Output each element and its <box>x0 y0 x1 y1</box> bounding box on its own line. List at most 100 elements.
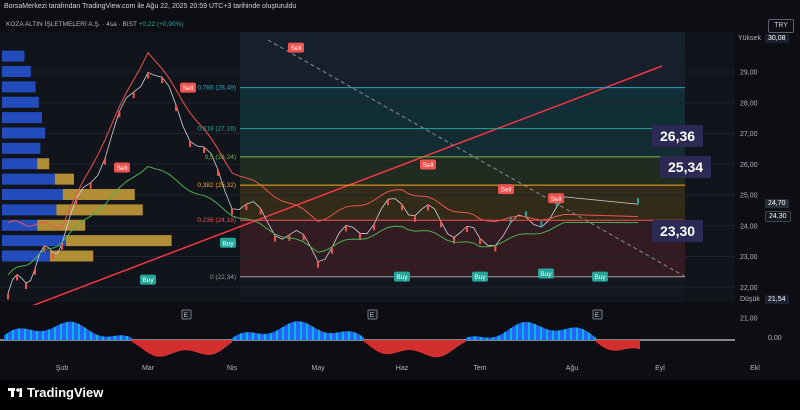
time-tick: Şub <box>56 365 69 372</box>
annotation-26-36[interactable]: 26,36 <box>652 125 704 147</box>
oscillator-bar <box>472 336 474 340</box>
oscillator-bar <box>210 340 212 355</box>
oscillator-bar <box>166 340 168 356</box>
annotation-23-30[interactable]: 23,30 <box>652 220 704 242</box>
oscillator-bar <box>50 328 52 340</box>
oscillator-bar <box>620 340 622 351</box>
candle <box>175 104 177 111</box>
last-price-tag: 24,70 <box>765 199 789 208</box>
oscillator-bar <box>314 327 316 340</box>
oscillator-bar <box>300 321 302 340</box>
low-label: Düşük <box>740 296 760 303</box>
tradingview-chart-screenshot: { "header": { "caption": "BorsaMerkezi t… <box>0 0 800 410</box>
oscillator-bar <box>280 328 282 340</box>
high-label: Yüksek <box>738 35 761 42</box>
oscillator-bar <box>502 333 504 340</box>
fib-label: 0,786 (28,49) <box>197 85 236 92</box>
oscillator-bar <box>392 340 394 354</box>
buy-signal-label: Buy <box>594 274 606 281</box>
price-tick: 29,00 <box>740 70 758 77</box>
oscillator-bar <box>536 324 538 340</box>
candle <box>331 247 333 254</box>
oscillator-bar <box>464 340 466 343</box>
fib-zone <box>240 220 685 277</box>
buy-signal-label: Buy <box>474 274 486 281</box>
oscillator-bar <box>360 335 362 340</box>
oscillator-bar <box>134 340 136 344</box>
oscillator-bar <box>274 331 276 340</box>
oscillator-bar <box>132 340 134 343</box>
oscillator-bar <box>476 336 478 340</box>
price-tick: 22,00 <box>740 285 758 292</box>
oscillator-bar <box>414 340 416 351</box>
oscillator-bar <box>80 325 82 340</box>
oscillator-bar <box>26 328 28 340</box>
oscillator-bar <box>276 330 278 340</box>
oscillator-bar <box>632 340 634 349</box>
oscillator-bar <box>58 324 60 340</box>
fib-zone <box>240 185 685 221</box>
oscillator-bar <box>318 329 320 340</box>
time-axis: Şub Mar Nis May Haz Tem Ağu Eyl Ekl <box>56 365 761 372</box>
low-value: 21,54 <box>765 295 789 304</box>
volume-bar-blue <box>2 189 63 200</box>
oscillator-bar <box>532 323 534 340</box>
oscillator-bar <box>70 321 72 340</box>
footer-bar <box>0 380 800 410</box>
oscillator-bar <box>40 331 42 340</box>
oscillator-bar <box>328 333 330 340</box>
oscillator-bar <box>242 332 244 340</box>
oscillator-bar <box>608 340 610 350</box>
oscillator-bar <box>628 340 630 349</box>
oscillator-bar <box>112 336 114 340</box>
oscillator-bar <box>564 329 566 340</box>
oscillator-bar <box>552 330 554 340</box>
oscillator-bar <box>110 336 112 340</box>
oscillator-bar <box>542 327 544 340</box>
oscillator-bar <box>530 322 532 340</box>
fib-zone <box>240 87 685 129</box>
oscillator-bar <box>556 330 558 340</box>
candle <box>427 204 429 211</box>
oscillator-bar <box>478 336 480 340</box>
oscillator-bar <box>460 340 462 345</box>
annotation-25-34[interactable]: 25,34 <box>660 156 712 178</box>
oscillator-bar <box>488 337 490 340</box>
oscillator-bar <box>250 332 252 340</box>
oscillator-bar <box>566 328 568 340</box>
price-chart[interactable]: 0,786 (28,49) 0,618 (27,16) 0,5 (26,24) 0,3… <box>0 0 800 380</box>
oscillator-bar <box>170 340 172 355</box>
oscillator-bar <box>386 340 388 355</box>
oscillator-bar <box>500 334 502 340</box>
oscillator-bar <box>624 340 626 350</box>
oscillator-bar <box>130 337 132 340</box>
oscillator-bar <box>400 340 402 352</box>
oscillator-bar <box>122 335 124 340</box>
oscillator-bar <box>404 340 406 351</box>
oscillator-bar <box>362 336 364 340</box>
event-marker-label: E <box>370 312 375 319</box>
oscillator-bar <box>612 340 614 351</box>
oscillator-bar <box>338 332 340 340</box>
oscillator-bar <box>448 340 450 353</box>
oscillator-bar <box>32 330 34 340</box>
volume-bar-blue <box>2 81 36 93</box>
oscillator-bar <box>188 340 190 351</box>
candle <box>75 198 78 205</box>
oscillator-bar <box>550 330 552 340</box>
oscillator-bar <box>514 325 516 340</box>
oscillator-bar <box>322 331 324 340</box>
oscillator-bar <box>294 321 296 340</box>
oscillator-bar <box>62 323 64 340</box>
oscillator-bar <box>224 340 226 348</box>
sell-signal-label: Sell <box>501 187 512 194</box>
oscillator-bar <box>118 335 120 340</box>
oscillator-bar <box>8 332 10 340</box>
oscillator-bar <box>390 340 392 354</box>
oscillator-bar <box>344 331 346 340</box>
oscillator-bar <box>10 330 12 340</box>
oscillator-bar <box>168 340 170 355</box>
candle <box>7 293 9 300</box>
oscillator-bar <box>174 340 176 353</box>
oscillator-bar <box>140 340 142 348</box>
